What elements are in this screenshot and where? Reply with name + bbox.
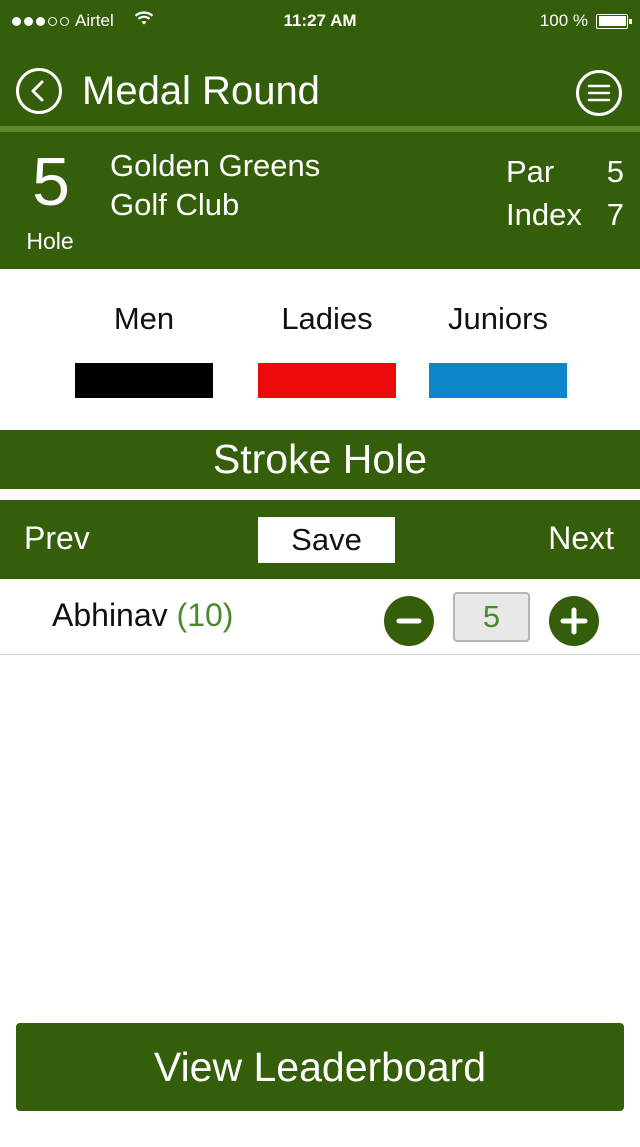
- par-value: 5: [606, 154, 624, 189]
- index-row: Index 7: [506, 193, 624, 236]
- prev-hole-button[interactable]: Prev: [24, 520, 90, 557]
- tee-men: Men: [75, 301, 213, 398]
- tee-ladies: Ladies: [258, 301, 396, 398]
- tee-color-swatch: [75, 363, 213, 398]
- club-name: Golden Greens Golf Club: [110, 146, 320, 224]
- tee-legend: Men Ladies Juniors: [0, 269, 640, 430]
- next-hole-button[interactable]: Next: [548, 520, 614, 557]
- stroke-hole-banner: Stroke Hole: [0, 430, 640, 489]
- back-button[interactable]: [16, 68, 62, 114]
- increase-score-button[interactable]: [549, 596, 599, 646]
- nav-bar: Medal Round: [0, 42, 640, 126]
- plus-icon: [560, 607, 588, 635]
- status-bar: Airtel 11:27 AM 100 %: [0, 0, 640, 42]
- player-name: Abhinav: [52, 597, 168, 633]
- index-value: 7: [606, 197, 624, 232]
- score-input[interactable]: 5: [453, 592, 530, 642]
- battery-percent: 100 %: [539, 11, 588, 30]
- tee-label: Juniors: [448, 301, 548, 336]
- hole-navigation-bar: Prev Save Next: [0, 500, 640, 579]
- player-handicap: (10): [176, 597, 234, 633]
- par-index-block: Par 5 Index 7: [506, 150, 624, 236]
- battery-icon: [596, 13, 632, 29]
- tee-label: Ladies: [281, 301, 373, 336]
- save-button[interactable]: Save: [258, 517, 395, 563]
- player-name-block: Abhinav (10): [52, 597, 233, 634]
- chevron-left-icon: [31, 80, 44, 102]
- club-name-line1: Golden Greens: [110, 148, 321, 183]
- hole-number: 5: [32, 144, 70, 220]
- tee-color-swatch: [258, 363, 396, 398]
- par-row: Par 5: [506, 150, 624, 193]
- status-right: 100 %: [539, 11, 632, 31]
- menu-button[interactable]: [576, 70, 622, 116]
- page-title: Medal Round: [82, 69, 320, 113]
- tee-color-swatch: [429, 363, 567, 398]
- hole-label: Hole: [26, 228, 74, 254]
- view-leaderboard-button[interactable]: View Leaderboard: [16, 1023, 624, 1111]
- club-name-line2: Golf Club: [110, 187, 240, 222]
- minus-icon: [396, 618, 422, 624]
- index-label: Index: [506, 197, 582, 232]
- hole-info-panel: 5 Hole Golden Greens Golf Club Par 5 Ind…: [0, 132, 640, 269]
- par-label: Par: [506, 154, 555, 189]
- decrease-score-button[interactable]: [384, 596, 434, 646]
- tee-juniors: Juniors: [429, 301, 567, 398]
- hamburger-menu-icon: [587, 84, 611, 102]
- tee-label: Men: [113, 301, 175, 336]
- player-score-row: Abhinav (10) 5: [0, 579, 640, 655]
